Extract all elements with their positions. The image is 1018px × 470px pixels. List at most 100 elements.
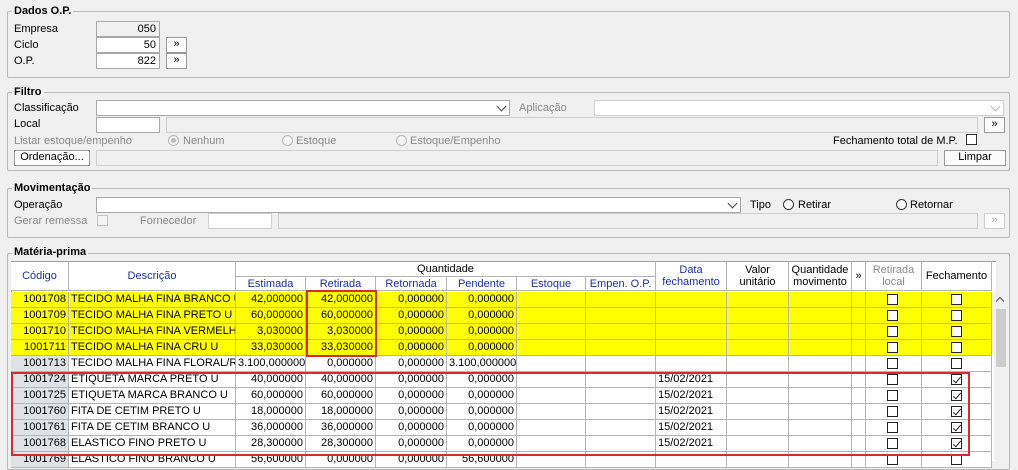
table-row[interactable]: 1001708 TECIDO MALHA FINA BRANCO U 42,0000… bbox=[11, 292, 992, 308]
cell-empen[interactable] bbox=[586, 340, 656, 356]
fechamento-checkbox[interactable] bbox=[951, 294, 962, 305]
cell-estoque[interactable] bbox=[517, 340, 586, 356]
operacao-select[interactable] bbox=[96, 197, 741, 213]
cell-estoque[interactable] bbox=[517, 292, 586, 308]
header-empen-op[interactable]: Empen. O.P. bbox=[586, 277, 656, 291]
retirada-local-checkbox[interactable] bbox=[887, 310, 898, 321]
table-row[interactable]: 1001713TECIDO MALHA FINA FLORAL/ROSA3.10… bbox=[11, 356, 992, 372]
header-more-button[interactable]: » bbox=[852, 262, 866, 291]
header-retirada-local[interactable]: Retirada local bbox=[866, 262, 922, 291]
header-quantidade-movimento[interactable]: Quantidade movimento bbox=[789, 262, 852, 291]
cell-data[interactable] bbox=[656, 340, 727, 356]
header-retirada[interactable]: Retirada bbox=[306, 277, 376, 291]
header-data-fechamento[interactable]: Data fechamento bbox=[656, 262, 727, 291]
cell-empen[interactable] bbox=[586, 324, 656, 340]
local-lookup-button[interactable]: » bbox=[984, 117, 1005, 133]
cell-estimada[interactable]: 3,030000 bbox=[236, 324, 306, 340]
cell-retornada[interactable]: 0,000000 bbox=[376, 292, 447, 308]
cell-descricao[interactable]: TECIDO MALHA FINA PRETO U bbox=[69, 308, 236, 324]
vertical-scrollbar[interactable] bbox=[994, 292, 1008, 460]
retirada-local-checkbox[interactable] bbox=[887, 294, 898, 305]
cell-retirada[interactable]: 0,000000 bbox=[306, 356, 376, 372]
op-field[interactable]: 822 bbox=[96, 53, 160, 69]
fechamento-checkbox[interactable] bbox=[951, 310, 962, 321]
cell-estimada[interactable]: 42,000000 bbox=[236, 292, 306, 308]
local-code-field[interactable] bbox=[96, 117, 160, 133]
scrollbar-thumb[interactable] bbox=[996, 309, 1006, 367]
ordenacao-button[interactable]: Ordenação... bbox=[14, 150, 90, 166]
cell-estoque[interactable] bbox=[517, 324, 586, 340]
cell-pendente[interactable]: 3.100,000000 bbox=[447, 356, 517, 372]
radio-retirar[interactable] bbox=[783, 199, 794, 210]
ciclo-lookup-button[interactable]: » bbox=[166, 37, 187, 53]
cell-pendente[interactable]: 0,000000 bbox=[447, 292, 517, 308]
cell-empen[interactable] bbox=[586, 356, 656, 372]
classificacao-select[interactable] bbox=[96, 100, 510, 116]
cell-estoque[interactable] bbox=[517, 308, 586, 324]
cell-codigo[interactable]: 1001713 bbox=[11, 356, 69, 372]
cell-empen[interactable] bbox=[586, 292, 656, 308]
cell-estimada[interactable]: 3.100,000000 bbox=[236, 356, 306, 372]
header-codigo[interactable]: Código bbox=[11, 262, 69, 291]
cell-descricao[interactable]: TECIDO MALHA FINA BRANCO U bbox=[69, 292, 236, 308]
cell-valor[interactable] bbox=[727, 324, 789, 340]
scroll-up-arrow-icon[interactable] bbox=[995, 296, 1005, 306]
cell-qtd-mov[interactable] bbox=[789, 356, 852, 372]
op-lookup-button[interactable]: » bbox=[166, 53, 187, 69]
header-retornada[interactable]: Retornada bbox=[376, 277, 447, 291]
cell-data[interactable] bbox=[656, 356, 727, 372]
cell-estimada[interactable]: 33,030000 bbox=[236, 340, 306, 356]
table-row[interactable]: 1001710TECIDO MALHA FINA VERMELHO U3,030… bbox=[11, 324, 992, 340]
radio-retornar[interactable] bbox=[896, 199, 907, 210]
header-valor-unitario[interactable]: Valor unitário bbox=[727, 262, 789, 291]
cell-codigo[interactable]: 1001708 bbox=[11, 292, 69, 308]
gerar-remessa-checkbox[interactable] bbox=[97, 215, 108, 226]
header-estimada[interactable]: Estimada bbox=[236, 277, 306, 291]
header-pendente[interactable]: Pendente bbox=[447, 277, 517, 291]
cell-pendente[interactable]: 0,000000 bbox=[447, 308, 517, 324]
header-descricao[interactable]: Descrição bbox=[69, 262, 236, 291]
cell-estimada[interactable]: 60,000000 bbox=[236, 308, 306, 324]
table-row[interactable]: 1001711 TECIDO MALHA FINA CRU U 33,030000 3… bbox=[11, 340, 992, 356]
cell-retornada[interactable]: 0,000000 bbox=[376, 356, 447, 372]
limpar-button[interactable]: Limpar bbox=[944, 150, 1006, 166]
cell-qtd-mov[interactable] bbox=[789, 324, 852, 340]
fechamento-total-checkbox[interactable] bbox=[966, 134, 977, 145]
cell-pendente[interactable]: 0,000000 bbox=[447, 340, 517, 356]
header-estoque[interactable]: Estoque bbox=[517, 277, 586, 291]
cell-retornada[interactable]: 0,000000 bbox=[376, 308, 447, 324]
cell-valor[interactable] bbox=[727, 308, 789, 324]
retirada-local-checkbox[interactable] bbox=[887, 358, 898, 369]
retirada-local-checkbox[interactable] bbox=[887, 326, 898, 337]
retirada-local-checkbox[interactable] bbox=[887, 342, 898, 353]
radio-estoque[interactable] bbox=[282, 135, 293, 146]
cell-valor[interactable] bbox=[727, 292, 789, 308]
cell-descricao[interactable]: TECIDO MALHA FINA VERMELHO U bbox=[69, 324, 236, 340]
cell-retornada[interactable]: 0,000000 bbox=[376, 324, 447, 340]
cell-qtd-mov[interactable] bbox=[789, 340, 852, 356]
cell-data[interactable] bbox=[656, 308, 727, 324]
cell-estoque[interactable] bbox=[517, 356, 586, 372]
cell-descricao[interactable]: TECIDO MALHA FINA FLORAL/ROSA bbox=[69, 356, 236, 372]
table-row[interactable]: 1001709 TECIDO MALHA FINA PRETO U 60,00000… bbox=[11, 308, 992, 324]
fechamento-checkbox[interactable] bbox=[951, 358, 962, 369]
cell-pendente[interactable]: 0,000000 bbox=[447, 324, 517, 340]
fechamento-checkbox[interactable] bbox=[951, 326, 962, 337]
ciclo-field[interactable]: 50 bbox=[96, 37, 160, 53]
cell-qtd-mov[interactable] bbox=[789, 292, 852, 308]
cell-descricao[interactable]: TECIDO MALHA FINA CRU U bbox=[69, 340, 236, 356]
cell-codigo[interactable]: 1001710 bbox=[11, 324, 69, 340]
cell-codigo[interactable]: 1001711 bbox=[11, 340, 69, 356]
cell-retornada[interactable]: 0,000000 bbox=[376, 340, 447, 356]
cell-empen[interactable] bbox=[586, 308, 656, 324]
cell-data[interactable] bbox=[656, 324, 727, 340]
radio-nenhum[interactable] bbox=[168, 135, 179, 146]
cell-data[interactable] bbox=[656, 292, 727, 308]
header-fechamento[interactable]: Fechamento bbox=[922, 262, 992, 291]
cell-valor[interactable] bbox=[727, 340, 789, 356]
cell-valor[interactable] bbox=[727, 356, 789, 372]
cell-qtd-mov[interactable] bbox=[789, 308, 852, 324]
fechamento-checkbox[interactable] bbox=[951, 342, 962, 353]
cell-codigo[interactable]: 1001709 bbox=[11, 308, 69, 324]
radio-estoque-empenho[interactable] bbox=[396, 135, 407, 146]
